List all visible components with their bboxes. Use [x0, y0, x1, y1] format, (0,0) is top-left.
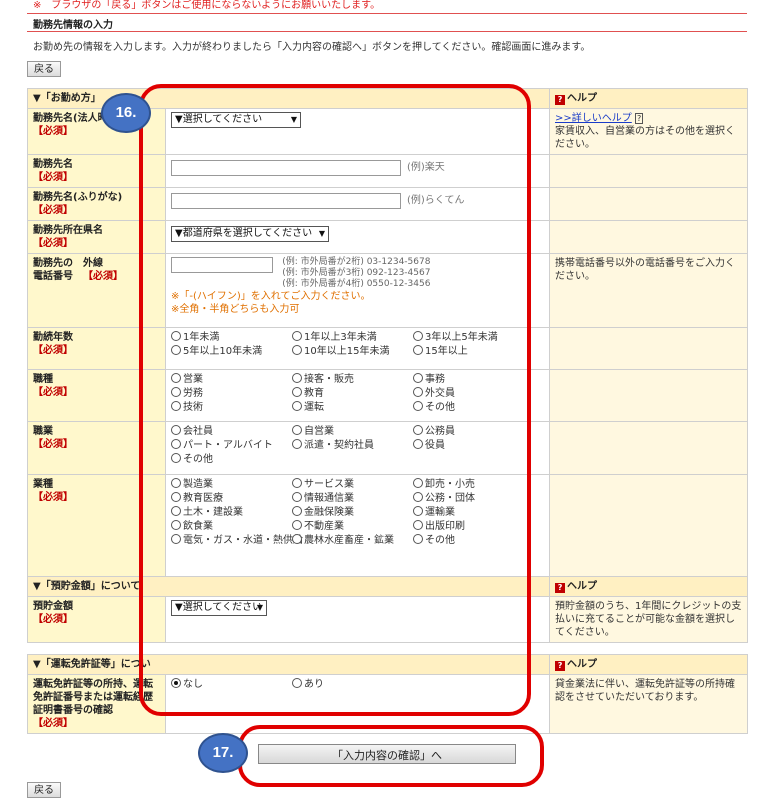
back-button-top[interactable]: 戻る: [27, 61, 61, 77]
back-button-bottom[interactable]: 戻る: [27, 782, 61, 798]
detailed-help-link[interactable]: >>詳しいヘルプ: [555, 113, 632, 124]
license-help: 貸金業法に伴い、運転免許証等の所持確認をさせていただいております。: [549, 674, 749, 734]
help-header: ? ヘルプ: [549, 654, 749, 675]
intro-text: お勤め先の情報を入力します。入力が終わりましたら「入力内容の確認へ」ボタンを押し…: [33, 42, 591, 53]
help-icon: ?: [555, 95, 566, 105]
section-title: 勤務先情報の入力: [33, 20, 113, 31]
browser-back-warning: ※ ブラウザの「戻る」ボタンはご使用にならないようにお願いいたします。: [33, 0, 381, 11]
savings-help: 預貯金額のうち、1年間にクレジットの支払いに充てることが可能な金額を選択してくだ…: [549, 596, 749, 643]
help-header: ? ヘルプ: [549, 88, 749, 109]
annotation-badge-16: 16.: [101, 93, 151, 133]
divider: [27, 13, 747, 14]
employer-help: >>詳しいヘルプ ? 家賃収入、自営業の方はその他を選択ください。: [549, 108, 749, 155]
divider: [27, 31, 747, 32]
annotation-badge-17: 17.: [198, 733, 248, 773]
help-window-icon: ?: [634, 113, 644, 124]
annotation-highlight-form: [139, 84, 531, 716]
help-icon: ?: [555, 661, 566, 671]
help-icon: ?: [555, 583, 566, 593]
phone-help: 携帯電話番号以外の電話番号をご入力ください。: [549, 253, 749, 328]
help-header: ? ヘルプ: [549, 576, 749, 597]
confirm-input-button[interactable]: 「入力内容の確認」へ: [258, 744, 516, 764]
